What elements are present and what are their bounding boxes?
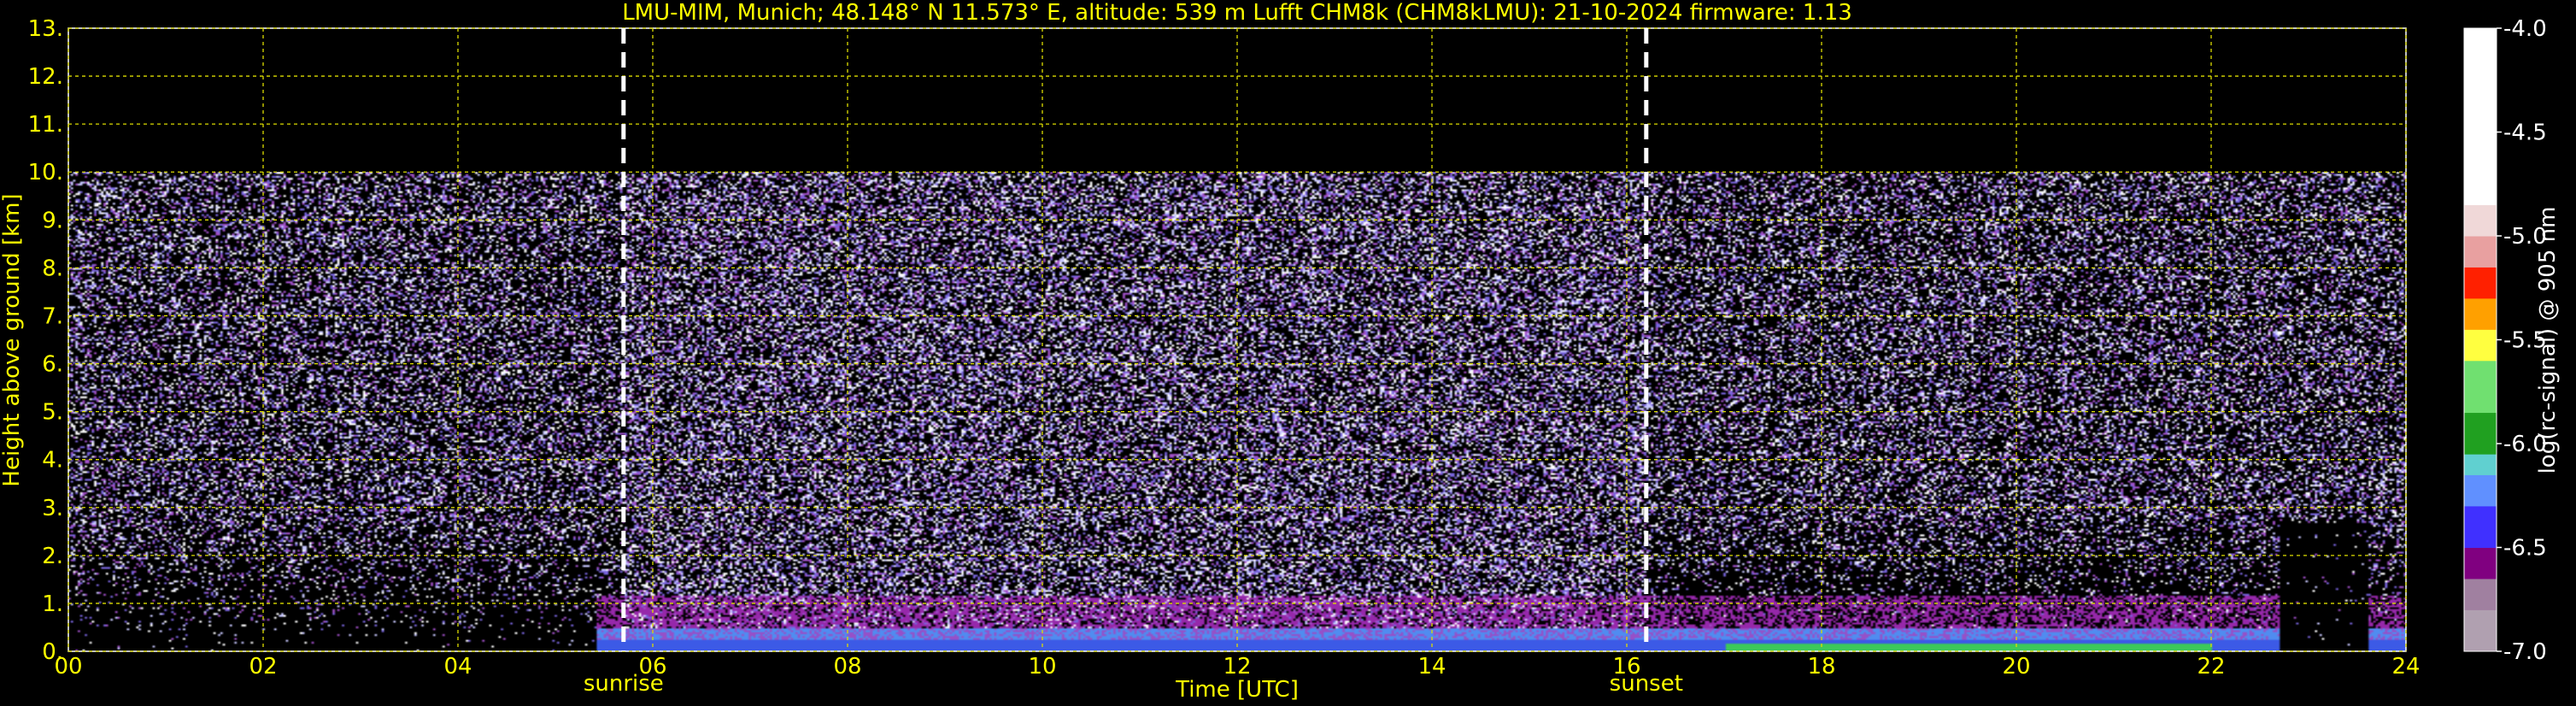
x-tick-label: 08 bbox=[833, 654, 861, 680]
y-tick-label: 8. bbox=[42, 256, 63, 281]
colorbar-tick-label: -4.0 bbox=[2503, 16, 2547, 42]
y-tick-label: 2. bbox=[42, 544, 63, 569]
colorbar-segment bbox=[2464, 454, 2497, 475]
x-tick-label: 20 bbox=[2002, 654, 2030, 680]
colorbar-tick-label: -4.5 bbox=[2503, 121, 2547, 146]
chart-title: LMU-MIM, Munich; 48.148° N 11.573° E, al… bbox=[622, 0, 1852, 26]
x-tick-label: 24 bbox=[2391, 654, 2420, 680]
y-tick-label: 5. bbox=[42, 400, 63, 426]
y-axis-label: Height above ground [km] bbox=[0, 193, 25, 486]
y-tick-label: 0. bbox=[42, 639, 63, 665]
x-tick-label: 22 bbox=[2197, 654, 2225, 680]
x-tick-label: 10 bbox=[1028, 654, 1056, 680]
y-tick-label: 12. bbox=[28, 64, 63, 90]
x-tick-label: 02 bbox=[249, 654, 277, 680]
x-tick-label: 14 bbox=[1417, 654, 1446, 680]
y-tick-label: 10. bbox=[28, 160, 63, 185]
y-tick-label: 1. bbox=[42, 591, 63, 617]
y-tick-label: 7. bbox=[42, 303, 63, 329]
x-axis-label: Time [UTC] bbox=[1175, 677, 1299, 703]
colorbar-segment bbox=[2464, 579, 2497, 610]
colorbar-segment bbox=[2464, 236, 2497, 268]
y-tick-label: 4. bbox=[42, 448, 63, 474]
x-axis-ticks: 00 02 04 06 08 10 12 14 16 18 20 22 24 bbox=[54, 654, 2420, 680]
x-tick-label: 06 bbox=[638, 654, 666, 680]
colorbar-label: log(rc-signal) @ 905 nm bbox=[2535, 207, 2561, 474]
colorbar-segment bbox=[2464, 329, 2497, 361]
colorbar-tick-label: -7.0 bbox=[2503, 639, 2547, 665]
x-tick-label: 04 bbox=[443, 654, 472, 680]
colorbar-segment bbox=[2464, 474, 2497, 506]
colorbar-segment bbox=[2464, 506, 2497, 548]
colorbar-segment bbox=[2464, 205, 2497, 237]
x-tick-label: 16 bbox=[1612, 654, 1640, 680]
x-tick-label: 12 bbox=[1223, 654, 1251, 680]
colorbar-segment bbox=[2464, 28, 2497, 205]
colorbar-segment bbox=[2464, 548, 2497, 580]
colorbar-tick-label: -6.5 bbox=[2503, 536, 2547, 562]
y-axis-ticks: 0. 1. 2. 3. 4. 5. 6. 7. 8. 9. 10. 11. 12. 13. bbox=[28, 16, 63, 665]
y-tick-label: 6. bbox=[42, 352, 63, 378]
y-tick-label: 11. bbox=[28, 112, 63, 138]
colorbar-segment bbox=[2464, 609, 2497, 651]
colorbar-segment bbox=[2464, 413, 2497, 455]
x-tick-label: 18 bbox=[1807, 654, 1835, 680]
y-tick-label: 3. bbox=[42, 496, 63, 521]
y-tick-label: 9. bbox=[42, 208, 63, 233]
colorbar-segment bbox=[2464, 298, 2497, 330]
colorbar-segment bbox=[2464, 267, 2497, 298]
y-tick-label: 13. bbox=[28, 16, 63, 42]
ceilometer-chart: LMU-MIM, Munich; 48.148° N 11.573° E, al… bbox=[0, 0, 2576, 706]
colorbar-segment bbox=[2464, 361, 2497, 413]
